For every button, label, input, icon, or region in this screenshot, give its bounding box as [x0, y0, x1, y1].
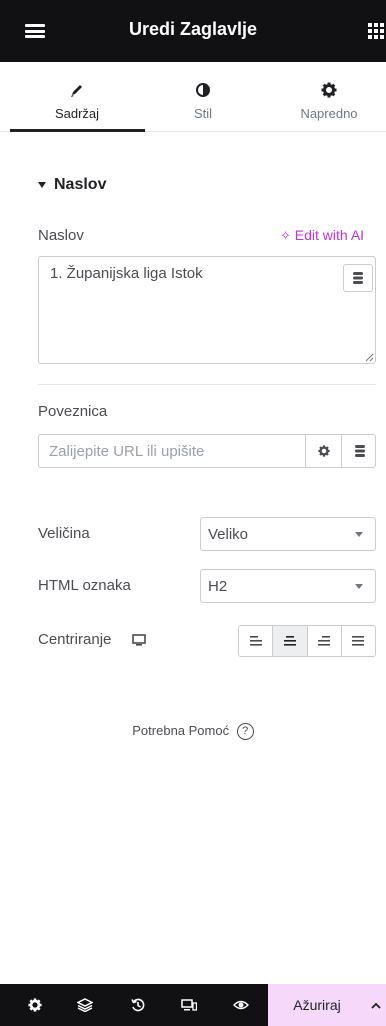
align-justify-button[interactable]: [342, 626, 375, 656]
section-toggle[interactable]: Naslov: [38, 176, 106, 194]
gear-icon: [262, 82, 386, 98]
history-icon: [131, 998, 145, 1012]
link-url-input[interactable]: [39, 435, 305, 467]
publish-options-button[interactable]: [366, 984, 386, 1026]
align-justify-icon: [352, 636, 365, 646]
settings-button[interactable]: [20, 984, 50, 1026]
size-select[interactable]: Veliko: [200, 517, 376, 551]
section-title: Naslov: [54, 176, 107, 193]
link-input-wrapper: [38, 434, 376, 468]
align-center-icon: [283, 636, 296, 646]
eye-icon: [233, 1000, 249, 1010]
editor-header: Uredi Zaglavlje: [0, 0, 386, 62]
panel-tabs: Sadržaj Stil Napredno: [0, 62, 386, 132]
history-button[interactable]: [123, 984, 153, 1026]
title-label: Naslov: [38, 227, 84, 244]
resize-handle-icon[interactable]: [364, 352, 374, 362]
gear-icon: [317, 445, 330, 457]
help-link[interactable]: Potrebna Pomoć ?: [0, 723, 386, 741]
half-circle-icon: [136, 82, 270, 98]
gear-icon: [28, 998, 42, 1012]
align-left-button[interactable]: [239, 626, 274, 656]
size-label: Veličina: [38, 525, 90, 542]
tab-content[interactable]: Sadržaj: [10, 62, 144, 132]
align-right-button[interactable]: [308, 626, 342, 656]
widgets-grid-icon[interactable]: [368, 23, 384, 39]
size-value: Veliko: [208, 526, 249, 543]
desktop-icon[interactable]: [132, 634, 146, 646]
sparkle-icon: ✧: [280, 228, 291, 243]
edit-with-ai-label: Edit with AI: [294, 227, 365, 243]
alignment-control: [238, 625, 376, 657]
navigator-button[interactable]: [70, 984, 100, 1026]
divider: [38, 384, 376, 385]
link-label: Poveznica: [38, 403, 108, 420]
help-text: Potrebna Pomoć: [132, 723, 230, 738]
html-tag-label: HTML oznaka: [38, 577, 131, 594]
question-icon: ?: [236, 723, 254, 741]
responsive-mode-button[interactable]: [174, 984, 204, 1026]
pencil-icon: [10, 82, 144, 98]
edit-with-ai-link[interactable]: ✧ Edit with AI: [280, 227, 364, 244]
link-options-button[interactable]: [305, 435, 341, 467]
link-dynamic-tags-button[interactable]: [341, 435, 377, 467]
tab-style[interactable]: Stil: [136, 62, 270, 132]
html-tag-select[interactable]: H2: [200, 569, 376, 603]
chevron-down-icon: [355, 584, 363, 589]
html-tag-value: H2: [208, 578, 228, 595]
chevron-up-icon: [371, 1002, 381, 1009]
tab-style-label: Stil: [193, 106, 213, 121]
tab-advanced[interactable]: Napredno: [262, 62, 386, 132]
preview-button[interactable]: [226, 984, 256, 1026]
align-center-button[interactable]: [273, 626, 308, 656]
align-left-icon: [249, 636, 262, 646]
title-value: 1. Županijska liga Istok: [50, 265, 203, 282]
title-textarea[interactable]: 1. Županijska liga Istok: [38, 256, 376, 364]
align-label: Centriranje: [38, 631, 112, 648]
tab-advanced-label: Napredno: [300, 106, 358, 121]
dynamic-tags-button[interactable]: [343, 264, 373, 292]
update-button[interactable]: Ažuriraj: [268, 984, 366, 1026]
database-icon: [353, 272, 363, 284]
layers-icon: [77, 998, 93, 1012]
active-tab-indicator: [10, 129, 145, 132]
tab-content-label: Sadržaj: [54, 106, 100, 121]
editor-footer: Ažuriraj: [0, 984, 386, 1026]
panel-title: Uredi Zaglavlje: [128, 19, 258, 39]
caret-down-icon: [38, 182, 46, 188]
align-right-icon: [318, 636, 331, 646]
database-icon: [354, 445, 365, 457]
chevron-down-icon: [355, 532, 363, 537]
responsive-icon: [181, 999, 197, 1011]
